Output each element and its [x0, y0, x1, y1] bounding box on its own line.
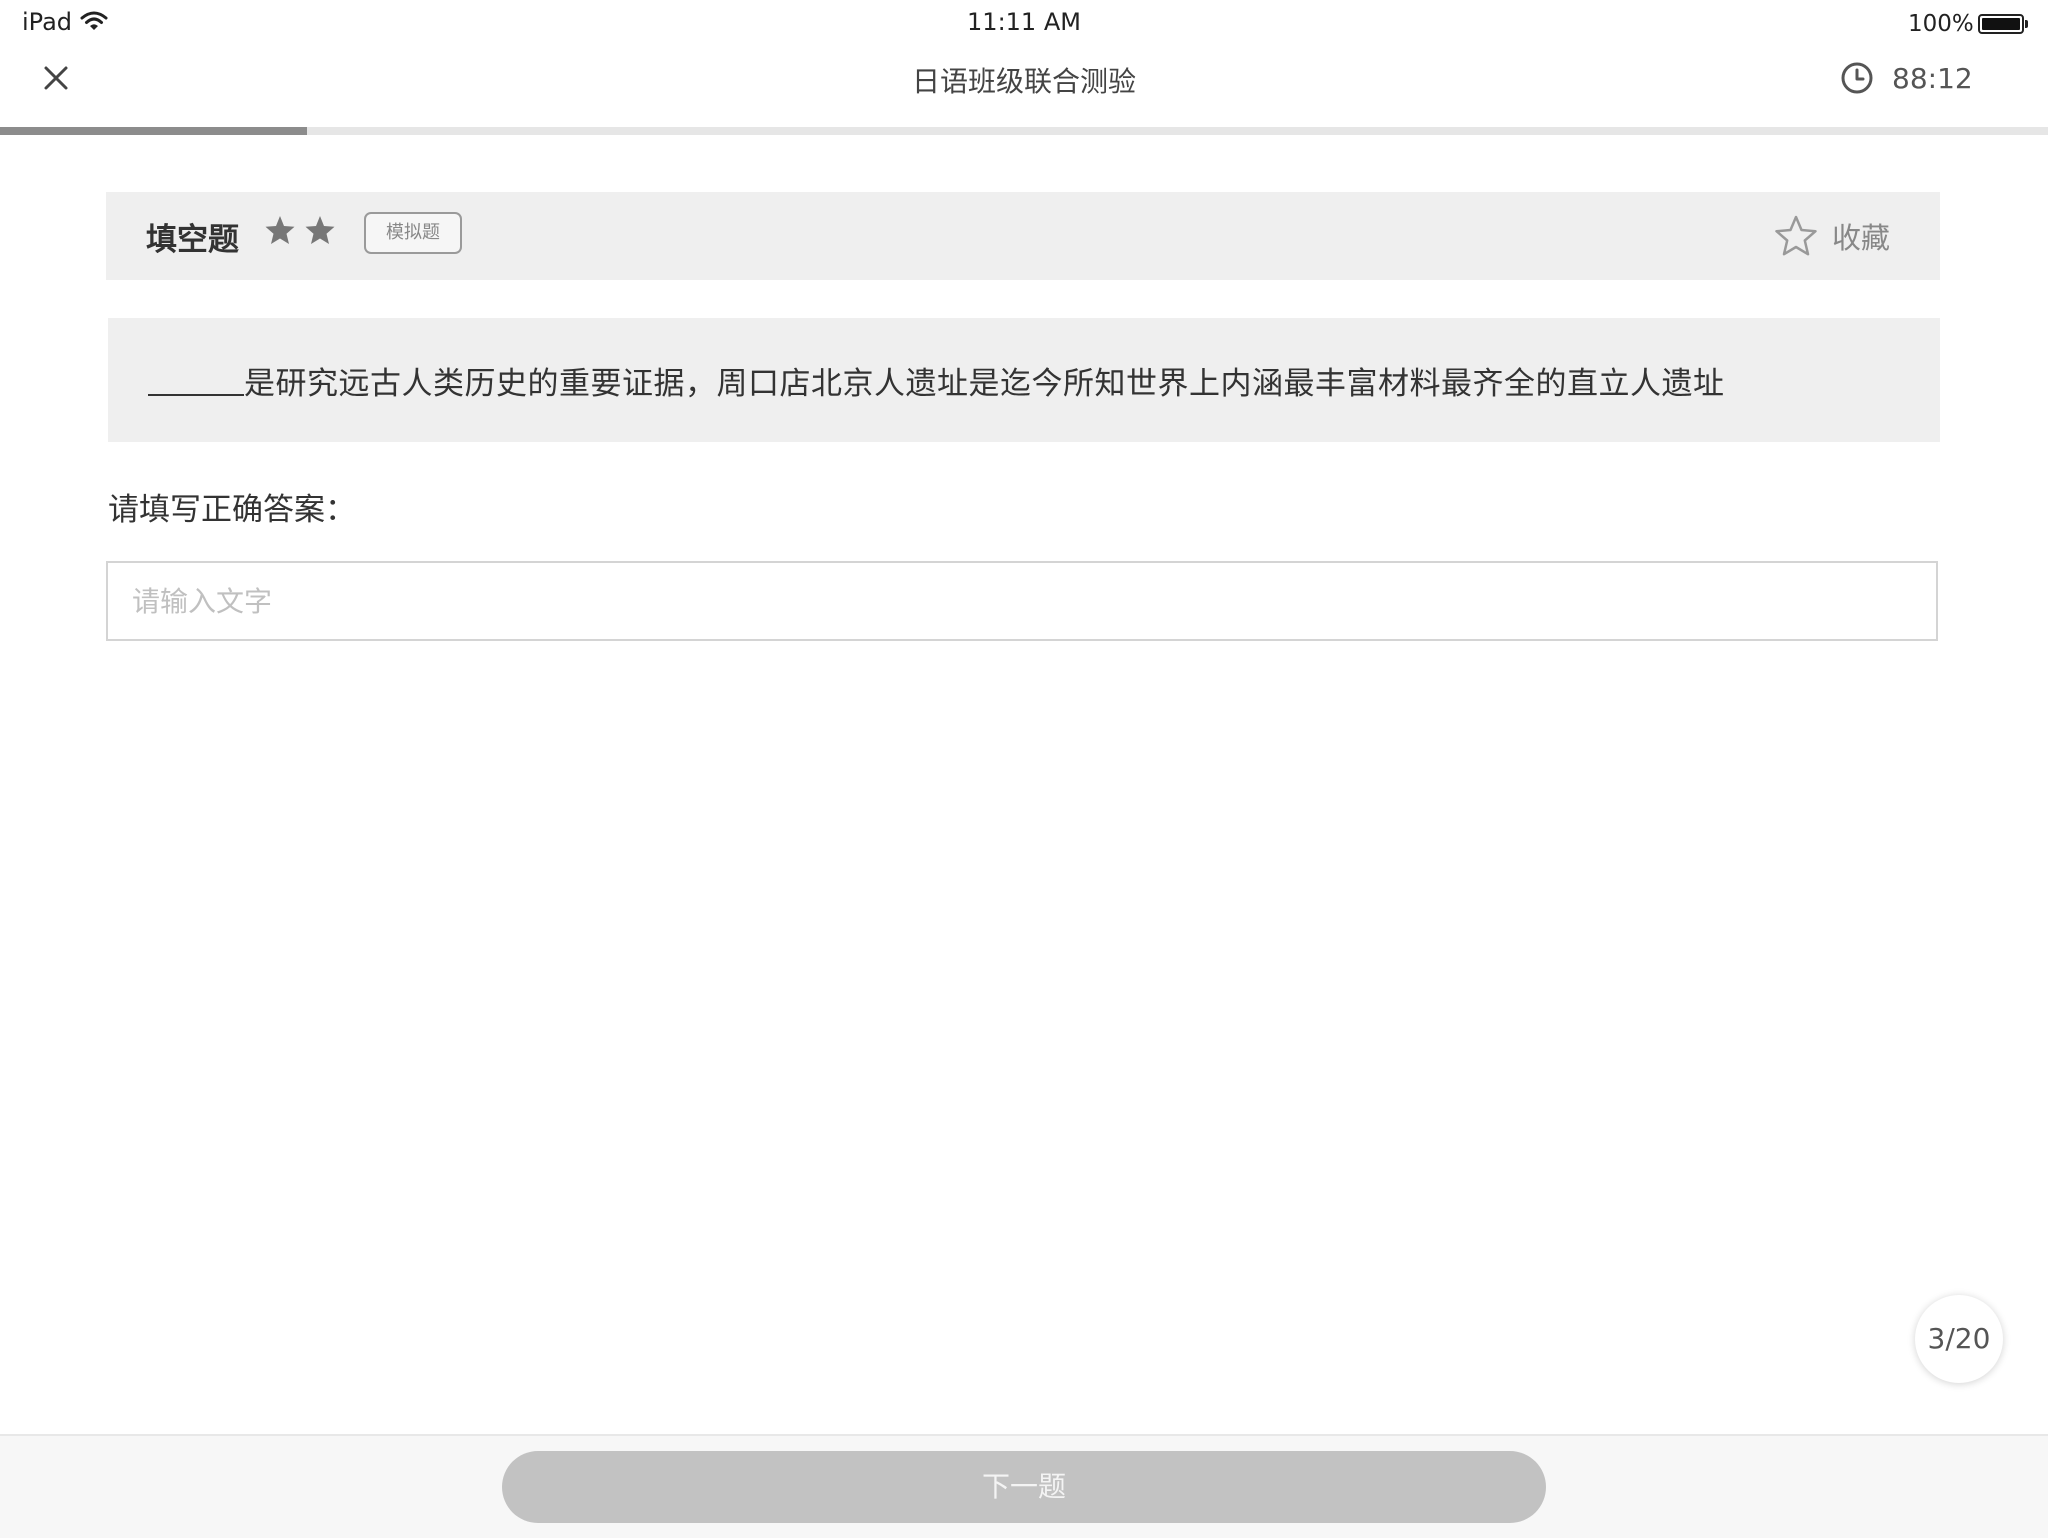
favorite-button[interactable]: 收藏	[1774, 212, 1890, 260]
question-counter-button[interactable]: 3/20	[1915, 1295, 2003, 1383]
battery-icon	[1978, 14, 2024, 34]
next-question-button[interactable]: 下一题	[502, 1451, 1546, 1523]
progress-bar-fill	[0, 127, 308, 135]
progress-bar	[0, 127, 2048, 135]
question-tag-badge: 模拟题	[364, 212, 462, 254]
fill-blank-line	[148, 394, 244, 396]
clock-icon	[1841, 62, 1873, 94]
page-title: 日语班级联合测验	[911, 65, 1136, 98]
status-bar: iPad 11:11 AM 100%	[0, 0, 2048, 46]
question-header: 填空题 模拟题 收藏	[106, 192, 1940, 280]
star-icon	[305, 216, 335, 244]
question-stem-content: 是研究远古人类历史的重要证据，周口店北京人遗址是迄今所知世界上内涵最丰富材料最齐…	[244, 366, 1725, 402]
favorite-label: 收藏	[1832, 221, 1891, 255]
answer-input[interactable]	[106, 561, 1938, 641]
star-icon	[265, 216, 295, 244]
question-stem: 是研究远古人类历史的重要证据，周口店北京人遗址是迄今所知世界上内涵最丰富材料最齐…	[108, 318, 1940, 442]
question-stem-text: 是研究远古人类历史的重要证据，周口店北京人遗址是迄今所知世界上内涵最丰富材料最齐…	[148, 358, 1725, 403]
star-outline-icon	[1775, 215, 1817, 256]
difficulty-stars	[264, 214, 336, 246]
question-type: 填空题	[146, 222, 239, 258]
timer-value: 88:12	[1892, 61, 1973, 95]
status-time: 11:11 AM	[967, 8, 1081, 36]
bottom-bar: 下一题	[0, 1434, 2048, 1538]
answer-prompt: 请填写正确答案：	[108, 492, 356, 528]
battery-percentage: 100%	[1908, 11, 1974, 37]
battery-nub	[2025, 20, 2028, 28]
exam-timer: 88:12	[1840, 58, 1973, 98]
